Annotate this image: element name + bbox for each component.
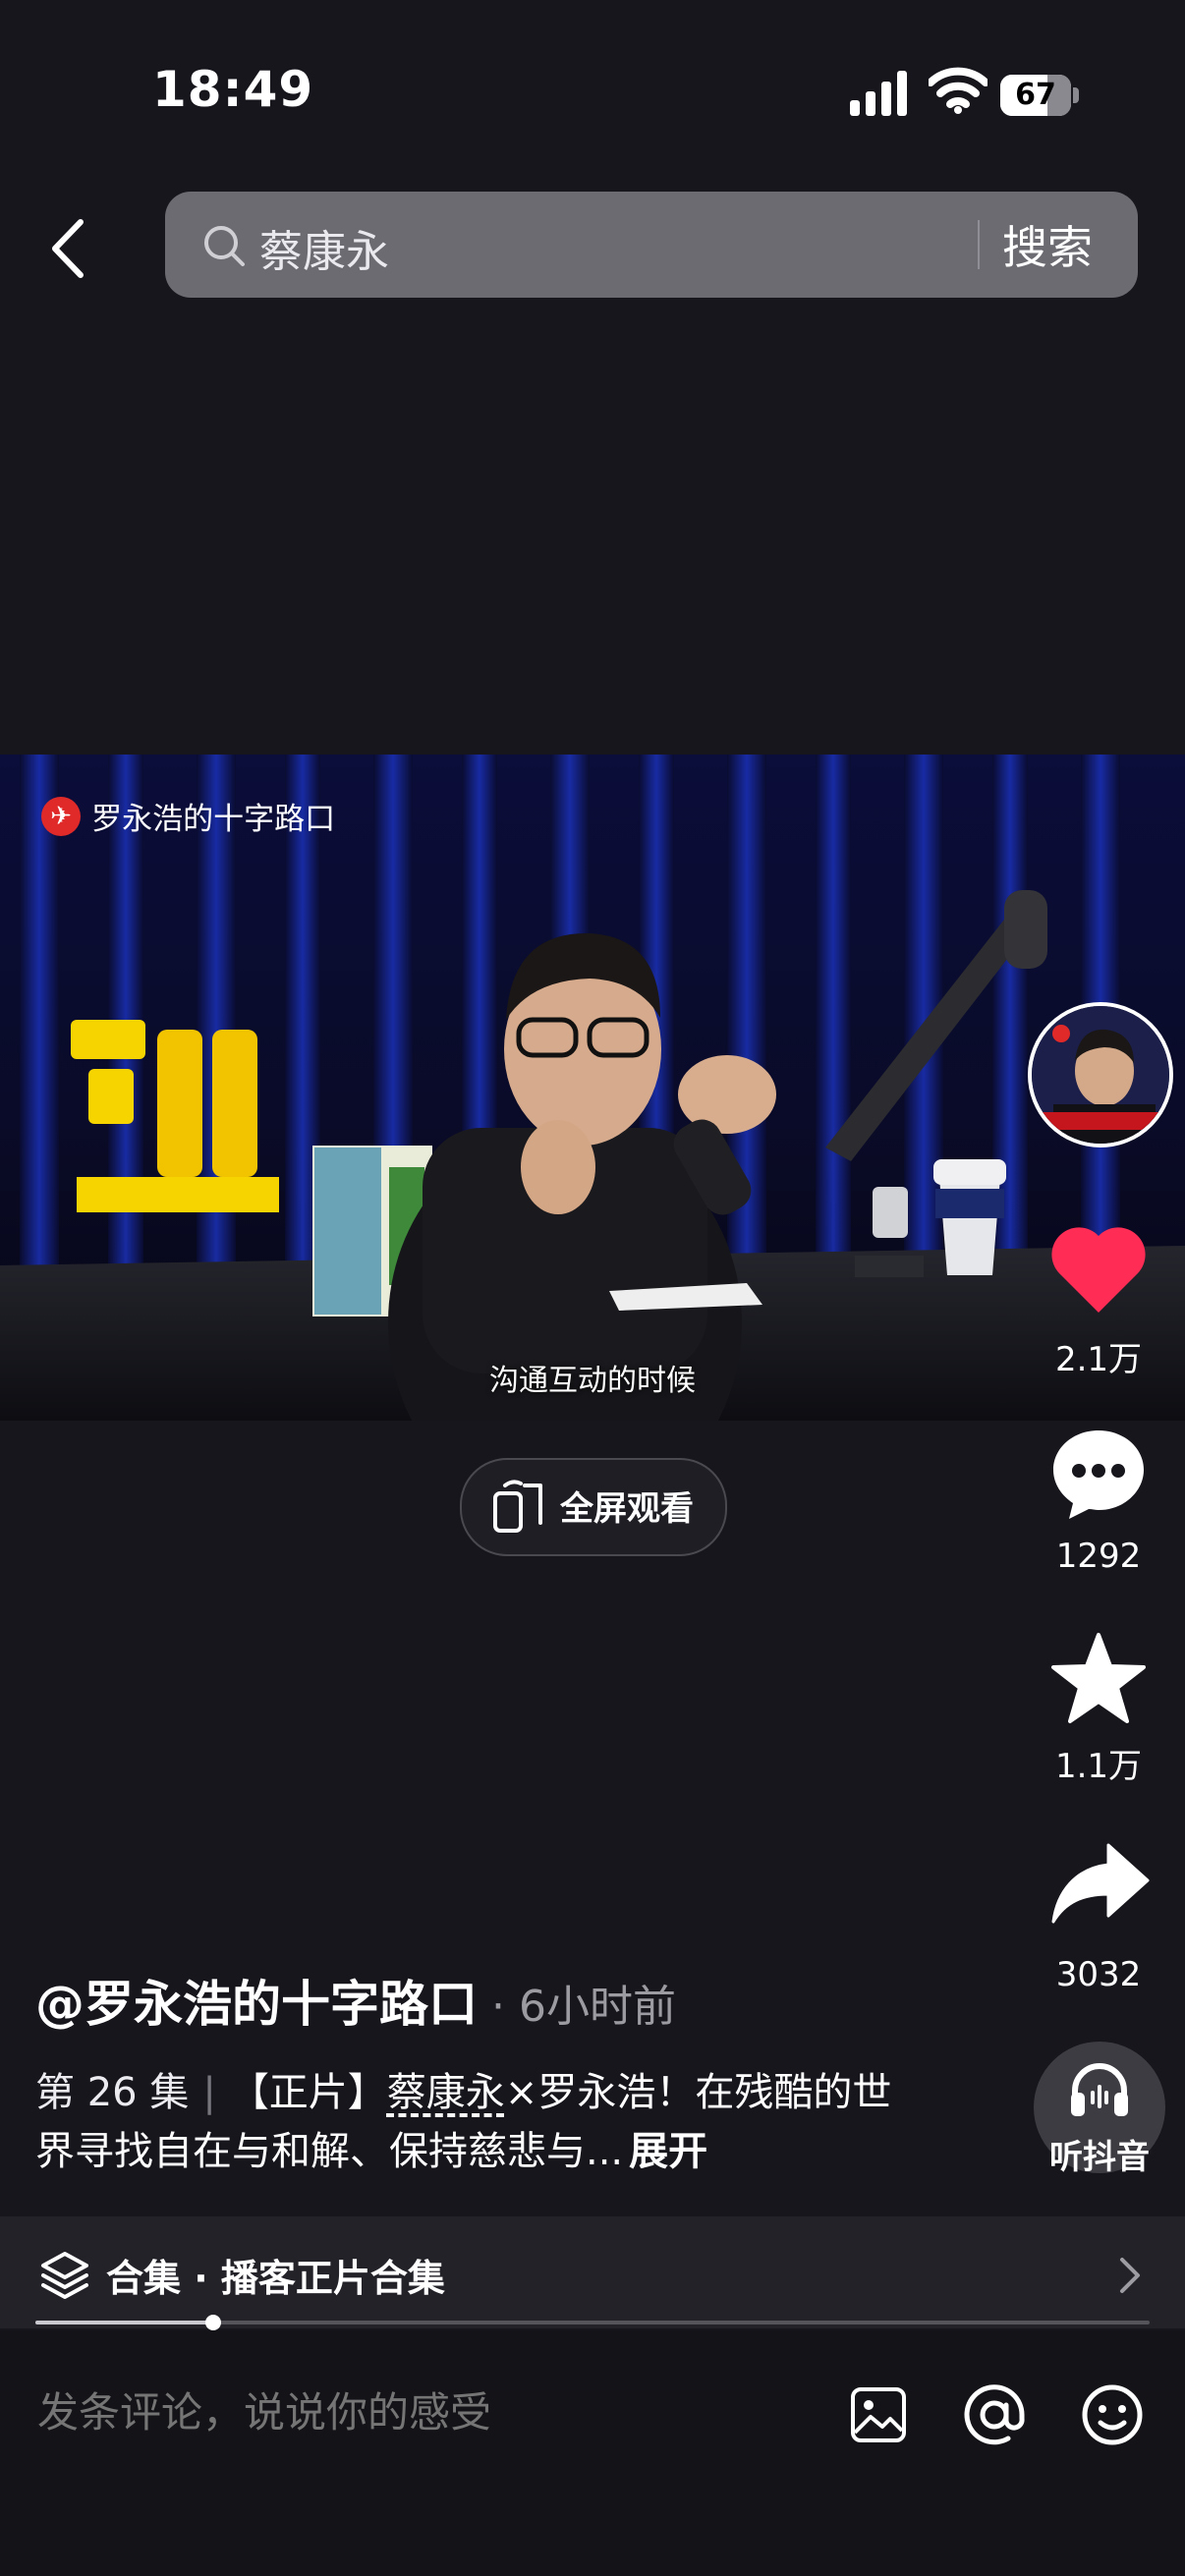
heart-icon[interactable]: [1049, 1224, 1148, 1316]
comment-bar: [0, 2330, 1185, 2576]
expand-button[interactable]: 展开: [629, 2129, 707, 2174]
video-progress-fill: [35, 2321, 214, 2324]
fullscreen-label[interactable]: 全屏观看: [560, 1482, 694, 1530]
headphones-icon: [1071, 2063, 1128, 2116]
layers-icon: [41, 2252, 88, 2299]
battery-level: 67: [1015, 78, 1056, 112]
chevron-right-icon[interactable]: [1118, 2256, 1142, 2295]
author-name[interactable]: @罗永浩的十字路口: [35, 1976, 478, 2033]
collection-label[interactable]: 合集 · 播客正片合集: [106, 2248, 445, 2302]
avatar-image: [1032, 1006, 1169, 1144]
share-count: 3032: [1055, 1955, 1142, 1994]
post-time: · 6小时前: [491, 1982, 676, 2032]
video-player[interactable]: [0, 755, 1185, 1421]
desc-prefix: 【正片】: [229, 2070, 387, 2115]
comment-icon[interactable]: [1049, 1427, 1148, 1521]
search-divider: [978, 220, 980, 269]
search-query[interactable]: 蔡康永: [259, 216, 389, 279]
listen-label[interactable]: 听抖音: [1022, 2130, 1177, 2178]
like-count: 2.1万: [1054, 1340, 1143, 1379]
comment-count: 1292: [1055, 1537, 1142, 1576]
video-frame-image: [0, 755, 1185, 1421]
author-avatar[interactable]: [1028, 1002, 1173, 1148]
episode-label: 第 26 集: [35, 2070, 190, 2115]
episode-separator: |: [202, 2070, 216, 2115]
back-arrow-icon[interactable]: [49, 218, 88, 279]
channel-watermark: ✈ 罗永浩的十字路口: [41, 794, 335, 838]
channel-logo-icon: ✈: [41, 796, 81, 836]
search-icon: [204, 226, 245, 266]
rotate-screen-icon: [493, 1480, 542, 1533]
desc-tag-link[interactable]: 蔡康永: [387, 2070, 505, 2115]
search-button[interactable]: 搜索: [1002, 212, 1093, 277]
favorite-count: 1.1万: [1054, 1747, 1143, 1786]
share-arrow-icon[interactable]: [1051, 1843, 1150, 1924]
cellular-signal-icon: [850, 71, 907, 116]
wifi-icon: [929, 67, 988, 114]
post-description[interactable]: 第 26 集 | 【正片】蔡康永×罗永浩！在残酷的世界寻找自在与和解、保持慈悲与..…: [35, 2063, 920, 2181]
author-line: @罗永浩的十字路口 · 6小时前: [35, 1965, 676, 2036]
image-icon[interactable]: [849, 2385, 908, 2444]
star-icon[interactable]: [1049, 1631, 1148, 1725]
mention-at-icon[interactable]: [963, 2383, 1026, 2446]
video-subtitle: 沟通互动的时候: [489, 1364, 696, 1398]
emoji-icon[interactable]: [1081, 2383, 1144, 2446]
comment-input[interactable]: [35, 2387, 786, 2437]
status-time: 18:49: [152, 61, 314, 118]
battery-indicator: 67: [1000, 75, 1079, 116]
